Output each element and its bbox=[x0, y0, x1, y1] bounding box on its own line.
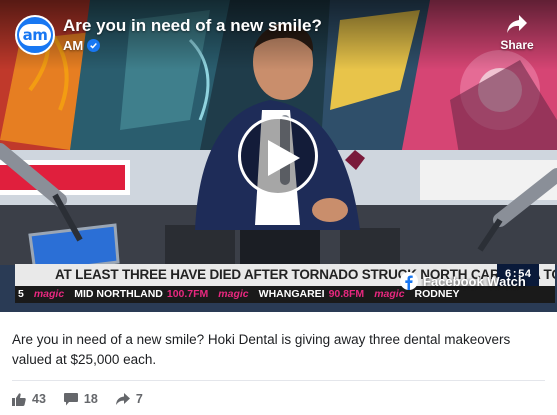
ticker-brand-1: magic bbox=[33, 288, 65, 300]
channel-avatar[interactable]: am bbox=[15, 15, 55, 55]
am-logo: am bbox=[19, 24, 51, 46]
comments-stat[interactable]: 18 bbox=[63, 392, 98, 406]
verified-badge-icon bbox=[87, 39, 101, 52]
stats-divider bbox=[12, 380, 545, 381]
share-button[interactable]: Share bbox=[497, 14, 537, 52]
shares-count: 7 bbox=[135, 392, 143, 406]
thumbs-up-icon bbox=[12, 392, 26, 406]
likes-count: 43 bbox=[32, 392, 46, 406]
likes-stat[interactable]: 43 bbox=[12, 392, 46, 406]
play-icon bbox=[268, 140, 300, 176]
ticker-brand-2: magic bbox=[218, 288, 249, 300]
facebook-watch-label: Facebook Watch bbox=[423, 273, 526, 289]
comment-icon bbox=[63, 392, 78, 405]
play-button[interactable] bbox=[238, 116, 318, 196]
post-caption: Are you in need of a new smile? Hoki Den… bbox=[12, 332, 511, 367]
share-label: Share bbox=[500, 38, 534, 52]
comments-count: 18 bbox=[83, 392, 98, 406]
share-arrow-icon bbox=[507, 15, 527, 33]
channel-name: AM bbox=[63, 38, 84, 53]
engagement-stats: 43 18 7 bbox=[12, 392, 143, 406]
share-stat-icon bbox=[115, 393, 130, 405]
ticker-place-2: WHANGAREI bbox=[258, 288, 325, 300]
facebook-watch-link[interactable]: Facebook Watch bbox=[400, 272, 526, 290]
video-title[interactable]: Are you in need of a new smile? bbox=[63, 16, 322, 36]
video-player[interactable]: am Are you in need of a new smile? AM Sh… bbox=[0, 0, 557, 312]
ticker-freq-1: 100.7FM bbox=[166, 288, 209, 300]
shares-stat[interactable]: 7 bbox=[115, 392, 143, 406]
ticker-place-1: MID NORTHLAND bbox=[74, 288, 163, 300]
ticker-left-digit: 5 bbox=[18, 288, 24, 300]
ticker-freq-2: 90.8FM bbox=[328, 288, 365, 300]
facebook-logo-icon bbox=[400, 272, 418, 290]
channel-name-row[interactable]: AM bbox=[63, 38, 101, 53]
video-post-card: am Are you in need of a new smile? AM Sh… bbox=[0, 0, 557, 415]
